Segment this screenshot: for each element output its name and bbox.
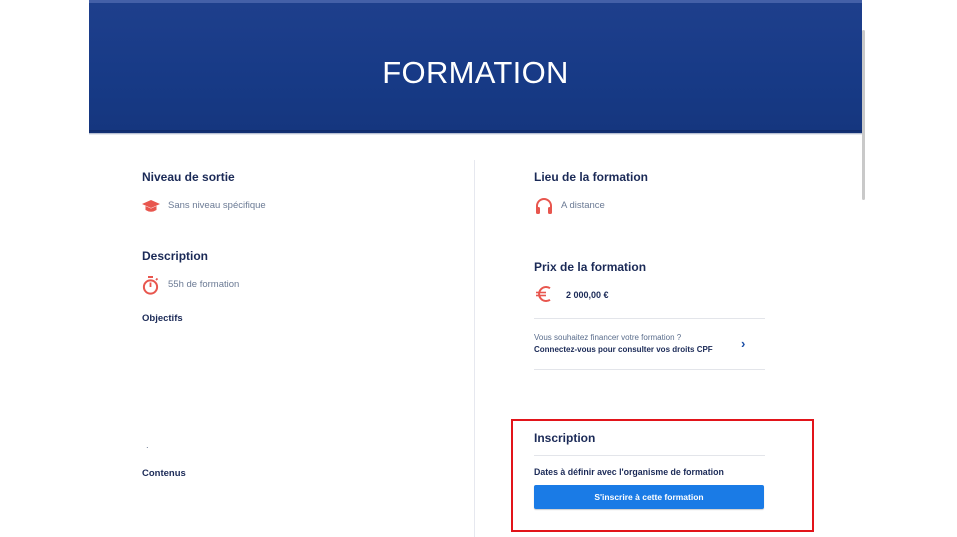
prix-value: 2 000,00 € [566, 290, 609, 300]
headphones-icon [535, 197, 553, 220]
graduation-cap-icon [142, 199, 160, 219]
chevron-right-icon[interactable]: › [741, 336, 745, 351]
cpf-question: Vous souhaitez financer votre formation … [534, 333, 682, 342]
page-title: FORMATION [382, 55, 569, 90]
scrollbar[interactable] [862, 30, 865, 200]
contenus-label: Contenus [142, 468, 186, 479]
register-button[interactable]: S'inscrire à cette formation [534, 485, 764, 509]
description-heading: Description [142, 249, 209, 263]
prix-heading: Prix de la formation [534, 260, 647, 274]
euro-icon [535, 285, 553, 308]
description-value: 55h de formation [168, 279, 240, 290]
inscription-divider [534, 455, 765, 456]
inscription-heading: Inscription [534, 431, 596, 445]
niveau-value: Sans niveau spécifique [168, 200, 266, 211]
inscription-dates: Dates à définir avec l'organisme de form… [534, 467, 724, 477]
cpf-link[interactable]: Connectez-vous pour consulter vos droits… [534, 345, 713, 354]
column-divider [474, 160, 475, 537]
niveau-heading: Niveau de sortie [142, 170, 235, 184]
cpf-bottom-divider [534, 369, 765, 370]
stopwatch-icon [142, 276, 159, 300]
stray-dot: . [146, 440, 149, 451]
lieu-value: A distance [561, 200, 605, 211]
banner-shadow [89, 130, 862, 135]
cpf-top-divider [534, 318, 765, 319]
objectifs-label: Objectifs [142, 313, 183, 324]
lieu-heading: Lieu de la formation [534, 170, 649, 184]
header-banner: FORMATION [89, 0, 862, 133]
